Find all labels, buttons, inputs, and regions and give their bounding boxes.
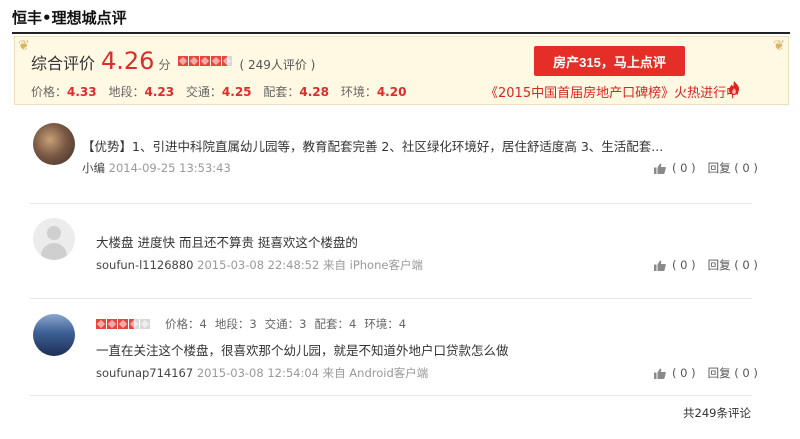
write-review-button[interactable]: 房产315，马上点评 — [534, 46, 685, 76]
overall-score-label: 综合评价 — [31, 54, 96, 73]
sub-score-location: 地段：4.23 — [108, 85, 175, 99]
title-divider — [12, 32, 790, 34]
rating-count: ( 249人评价 ) — [239, 58, 316, 72]
star-icon — [189, 56, 200, 66]
like-count[interactable]: ( 0 ) — [672, 161, 696, 175]
thumb-up-icon[interactable] — [654, 260, 666, 271]
overall-score-unit: 分 — [158, 58, 171, 72]
review-text: 大楼盘 进度快 而且还不算贵 挺喜欢这个楼盘的 — [96, 235, 358, 250]
review-text: 一直在关注这个楼盘，很喜欢那个幼儿园，就是不知道外地户口贷款怎么做 — [96, 343, 509, 358]
star-icon — [129, 319, 139, 329]
star-icon — [178, 56, 189, 66]
star-rating — [96, 319, 151, 329]
fire-icon — [729, 81, 739, 95]
avatar[interactable] — [33, 218, 75, 260]
review-rating: 价格：4 地段：3 交通：3 配套：4 环境：4 — [96, 316, 414, 332]
star-icon — [96, 319, 106, 329]
like-count[interactable]: ( 0 ) — [672, 366, 696, 380]
review-divider — [30, 203, 752, 204]
star-icon — [107, 319, 117, 329]
review-divider — [30, 395, 752, 396]
sub-scores: 价格：4.33 地段：4.23 交通：4.25 配套：4.28 环境：4.20 — [31, 83, 414, 100]
review-actions: ( 0 ) 回复 ( 0 ) — [654, 365, 758, 381]
sub-score-environment: 环境：4.20 — [340, 85, 407, 99]
review-text: 【优势】1、引进中科院直属幼儿园等，教育配套完善 2、社区绿化环境好，居住舒适度… — [82, 139, 664, 154]
review-meta: soufun-l1126880 2015-03-08 22:48:52 来自 i… — [96, 258, 423, 272]
review-meta: soufunap714167 2015-03-08 12:54:04 来自 An… — [96, 366, 429, 380]
reply-link[interactable]: 回复 ( 0 ) — [708, 365, 758, 381]
avatar[interactable] — [33, 314, 75, 356]
review-actions: ( 0 ) 回复 ( 0 ) — [654, 257, 758, 273]
review-actions: ( 0 ) 回复 ( 0 ) — [654, 160, 758, 176]
corner-ornament-icon: ❦ — [773, 38, 785, 54]
reply-link[interactable]: 回复 ( 0 ) — [708, 257, 758, 273]
sub-score-transport: 交通：4.25 — [185, 85, 252, 99]
star-icon — [200, 56, 211, 66]
avatar[interactable] — [33, 123, 75, 165]
sub-score-facilities: 配套：4.28 — [263, 85, 329, 99]
star-icon — [211, 56, 222, 66]
review-divider — [30, 298, 752, 299]
promo-link[interactable]: 《2015中国首届房地产口碑榜》火热进行中 — [485, 82, 739, 101]
rating-transport: 交通：3 — [264, 317, 307, 331]
overall-score-value: 4.26 — [101, 47, 155, 75]
review-user[interactable]: 小编 — [82, 161, 105, 175]
rating-facilities: 配套：4 — [314, 317, 357, 331]
review-user[interactable]: soufunap714167 — [96, 366, 193, 380]
review-user[interactable]: soufun-l1126880 — [96, 258, 194, 272]
total-review-count[interactable]: 共249条评论 — [683, 405, 751, 421]
star-rating — [178, 56, 233, 66]
page-title: 恒丰•理想城点评 — [12, 9, 127, 27]
sub-score-price: 价格：4.33 — [31, 85, 97, 99]
star-icon — [222, 56, 233, 66]
rating-environment: 环境：4 — [364, 317, 407, 331]
thumb-up-icon[interactable] — [654, 368, 666, 379]
reply-link[interactable]: 回复 ( 0 ) — [708, 160, 758, 176]
like-count[interactable]: ( 0 ) — [672, 258, 696, 272]
thumb-up-icon[interactable] — [654, 163, 666, 174]
rating-price: 价格：4 — [165, 317, 207, 331]
rating-location: 地段：3 — [214, 317, 257, 331]
review-meta: 小编 2014-09-25 13:53:43 — [82, 161, 231, 175]
star-icon — [118, 319, 128, 329]
overall-score: 综合评价 4.26 分 ( 249人评价 ) — [31, 47, 315, 75]
rating-summary-panel: ❦ ❦ 综合评价 4.26 分 ( 249人评价 ) 价格：4.33 地段：4.… — [14, 36, 789, 105]
star-icon — [140, 319, 150, 329]
